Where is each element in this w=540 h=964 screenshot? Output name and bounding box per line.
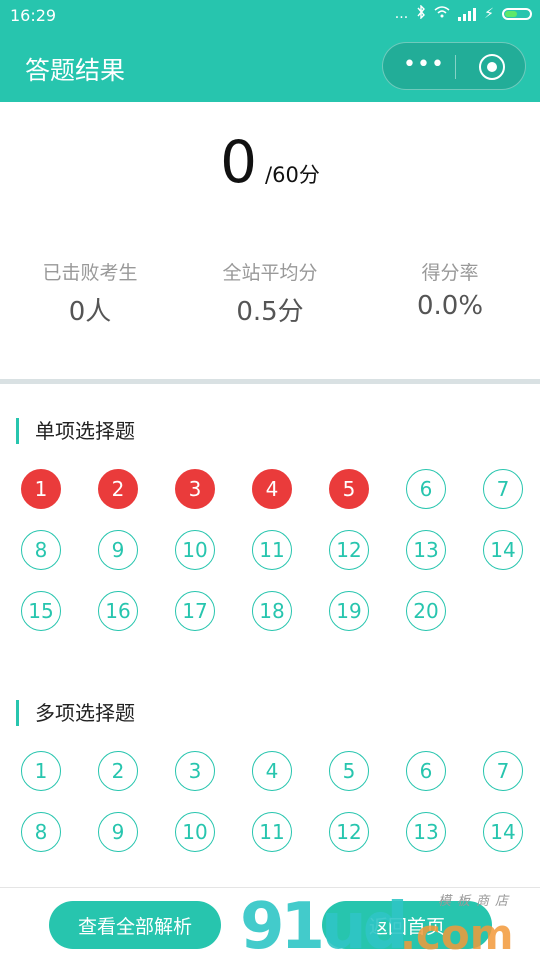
question-number-button[interactable]: 10	[175, 812, 215, 852]
question-number-button[interactable]: 12	[329, 530, 369, 570]
section-title-multi: 多项选择题	[16, 700, 135, 726]
question-number-button[interactable]: 6	[406, 469, 446, 509]
capsule-divider	[455, 55, 456, 79]
question-number-button[interactable]: 14	[483, 812, 523, 852]
question-number-button[interactable]: 5	[329, 751, 369, 791]
section-divider	[0, 379, 540, 384]
question-number-button[interactable]: 8	[21, 530, 61, 570]
question-number-button[interactable]: 13	[406, 530, 446, 570]
status-time: 16:29	[10, 6, 57, 25]
question-number-button[interactable]: 6	[406, 751, 446, 791]
signal-icon	[458, 7, 477, 21]
question-number-button[interactable]: 5	[329, 469, 369, 509]
question-number-button[interactable]: 1	[21, 469, 61, 509]
watermark: 91ud .com 模板商店	[240, 888, 540, 964]
question-number-button[interactable]: 10	[175, 530, 215, 570]
question-number-button[interactable]: 3	[175, 469, 215, 509]
mini-program-capsule: •••	[382, 42, 526, 90]
question-number-button[interactable]: 4	[252, 469, 292, 509]
question-number-button[interactable]: 15	[21, 591, 61, 631]
status-icons: ... ⚡	[394, 4, 532, 23]
score-display: 0/60分	[0, 128, 540, 196]
header-bar: 16:29 ... ⚡ 答题结果 •••	[0, 0, 540, 102]
stat-label: 全站平均分	[222, 262, 318, 284]
question-grid-single: 1 2 3 4 5 6 7 8 9 10 11 12 13 14 15 16 17 18 19 20	[21, 469, 525, 652]
status-bar: 16:29 ... ⚡	[0, 0, 540, 32]
question-number-button[interactable]: 9	[98, 812, 138, 852]
stat-average: 全站平均分 0.5分	[180, 258, 360, 328]
close-target-icon[interactable]	[479, 54, 505, 80]
question-number-button[interactable]: 9	[98, 530, 138, 570]
stat-rate: 得分率 0.0%	[360, 258, 540, 328]
more-dots-icon: ...	[394, 6, 409, 22]
question-number-button[interactable]: 13	[406, 812, 446, 852]
question-number-button[interactable]: 19	[329, 591, 369, 631]
stat-value: 0.0%	[416, 291, 484, 321]
watermark-domain: .com	[400, 910, 514, 959]
score-value: 0	[220, 128, 258, 196]
question-number-button[interactable]: 2	[98, 469, 138, 509]
question-number-button[interactable]: 7	[483, 751, 523, 791]
more-menu-button[interactable]: •••	[403, 54, 445, 76]
battery-icon	[502, 8, 532, 20]
question-number-button[interactable]: 8	[21, 812, 61, 852]
watermark-tagline: 模板商店	[438, 894, 515, 909]
question-number-button[interactable]: 2	[98, 751, 138, 791]
stat-value: 0人	[68, 297, 112, 327]
question-number-button[interactable]: 3	[175, 751, 215, 791]
wifi-icon	[434, 6, 450, 22]
stat-label: 得分率	[421, 262, 479, 284]
question-number-button[interactable]: 16	[98, 591, 138, 631]
question-number-button[interactable]: 12	[329, 812, 369, 852]
question-number-button[interactable]: 17	[175, 591, 215, 631]
stat-defeated: 已击败考生 0人	[0, 258, 180, 328]
stat-value: 0.5分	[236, 297, 304, 327]
stats-row: 已击败考生 0人 全站平均分 0.5分 得分率 0.0%	[0, 258, 540, 328]
section-title-single: 单项选择题	[16, 418, 135, 444]
watermark-brand: 91ud	[240, 890, 408, 964]
question-number-button[interactable]: 20	[406, 591, 446, 631]
question-number-button[interactable]: 18	[252, 591, 292, 631]
score-total: /60分	[265, 163, 320, 187]
question-number-button[interactable]: 14	[483, 530, 523, 570]
question-number-button[interactable]: 1	[21, 751, 61, 791]
question-number-button[interactable]: 7	[483, 469, 523, 509]
charging-icon: ⚡	[484, 6, 494, 22]
stat-label: 已击败考生	[42, 262, 138, 284]
bluetooth-icon	[416, 4, 426, 23]
question-number-button[interactable]: 11	[252, 530, 292, 570]
question-number-button[interactable]: 4	[252, 751, 292, 791]
page-title: 答题结果	[25, 56, 126, 85]
question-number-button[interactable]: 11	[252, 812, 292, 852]
question-grid-multi: 1 2 3 4 5 6 7 8 9 10 11 12 13 14	[21, 751, 525, 873]
view-all-analysis-button[interactable]: 查看全部解析	[49, 901, 221, 949]
